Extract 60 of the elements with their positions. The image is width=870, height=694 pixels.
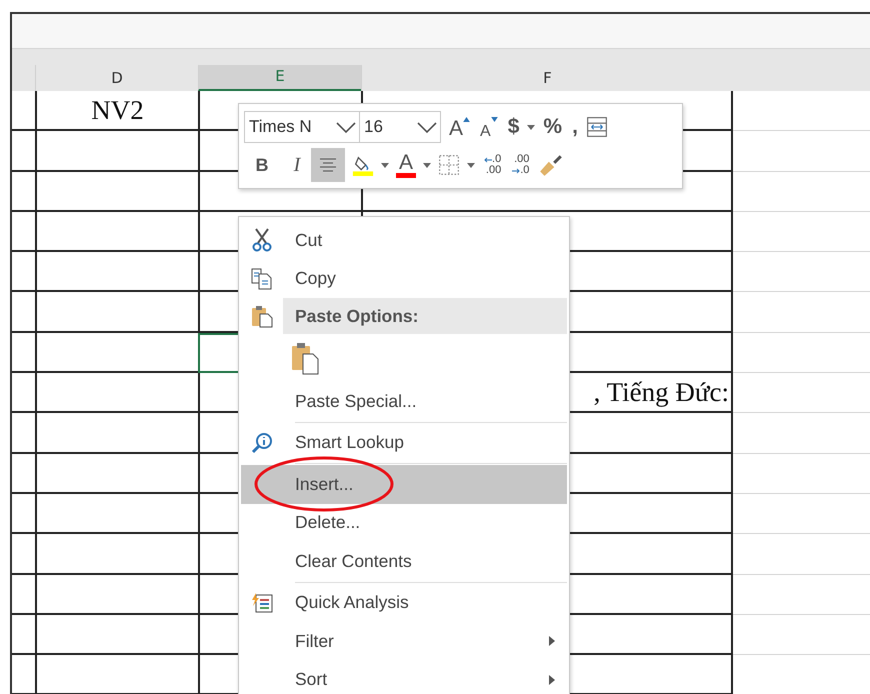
row-header [12, 494, 35, 534]
menu-item[interactable]: Delete... [241, 504, 567, 542]
center-align-button[interactable] [311, 148, 345, 182]
menu-item[interactable]: Insert... [241, 465, 567, 504]
menu-item[interactable]: Filter [241, 622, 567, 660]
menu-header: Paste Options: [283, 298, 567, 334]
copy-icon [251, 268, 273, 290]
chevron-icon [416, 120, 438, 134]
triangle-icon [490, 117, 498, 122]
row-header [12, 212, 35, 252]
arrow-icon [484, 156, 492, 162]
bold-button[interactable]: B [248, 148, 276, 182]
decrease-decimal-button[interactable]: .00 .0 [510, 154, 532, 176]
currency-button[interactable]: $ [506, 113, 522, 141]
row-header [12, 131, 35, 172]
cell-text: NV2 [91, 94, 144, 126]
comma-button[interactable]: , [570, 113, 580, 141]
align-center-icon [319, 158, 337, 172]
scissors-icon [251, 228, 273, 252]
borders-icon[interactable] [438, 154, 460, 176]
row-header [12, 292, 35, 333]
row-header [12, 655, 35, 694]
paste-icon[interactable] [291, 341, 319, 375]
row-header [12, 614, 35, 656]
menu-item[interactable]: Paste Special... [241, 382, 567, 420]
wrap-text-icon[interactable] [586, 116, 608, 138]
menu-item[interactable]: Quick Analysis [241, 584, 567, 622]
grow-font-button[interactable]: A [447, 113, 472, 141]
arrow-icon [512, 168, 520, 174]
row-header [12, 373, 35, 414]
chevron-icon [335, 120, 357, 134]
triangle-icon [463, 117, 470, 122]
font-size-dropdown[interactable]: 16 [359, 111, 441, 143]
row-header [12, 574, 35, 615]
menu-item[interactable]: Clear Contents [241, 542, 567, 580]
shrink-font-button[interactable]: A [478, 113, 500, 141]
row-header [12, 534, 35, 575]
increase-decimal-button[interactable]: .0 .00 [482, 154, 504, 176]
menu-item[interactable]: Cut [241, 221, 567, 260]
magnifier-icon [251, 432, 273, 454]
menu-item[interactable]: Sort [241, 660, 567, 694]
dropdown-icon[interactable] [467, 162, 476, 168]
row-header [12, 413, 35, 454]
menu-item[interactable]: Smart Lookup [241, 424, 567, 462]
font-color-button[interactable]: A [396, 152, 416, 178]
cell-text: , Tiếng Đức: [594, 376, 730, 408]
dropdown-icon[interactable] [381, 162, 389, 168]
dropdown-icon[interactable] [423, 162, 432, 168]
font-dropdown[interactable]: Times N [244, 111, 360, 143]
italic-button[interactable]: I [283, 148, 311, 182]
clipboard-icon [251, 304, 273, 328]
row-header [12, 454, 35, 494]
fill-color-icon[interactable] [352, 154, 374, 176]
column-header[interactable]: E [198, 65, 361, 91]
percent-button[interactable]: % [541, 113, 564, 141]
row-header [12, 172, 35, 212]
quick-analysis-icon [251, 592, 273, 614]
row-header [12, 332, 35, 374]
row-header [12, 252, 35, 292]
menu-item[interactable]: Copy [241, 260, 567, 298]
